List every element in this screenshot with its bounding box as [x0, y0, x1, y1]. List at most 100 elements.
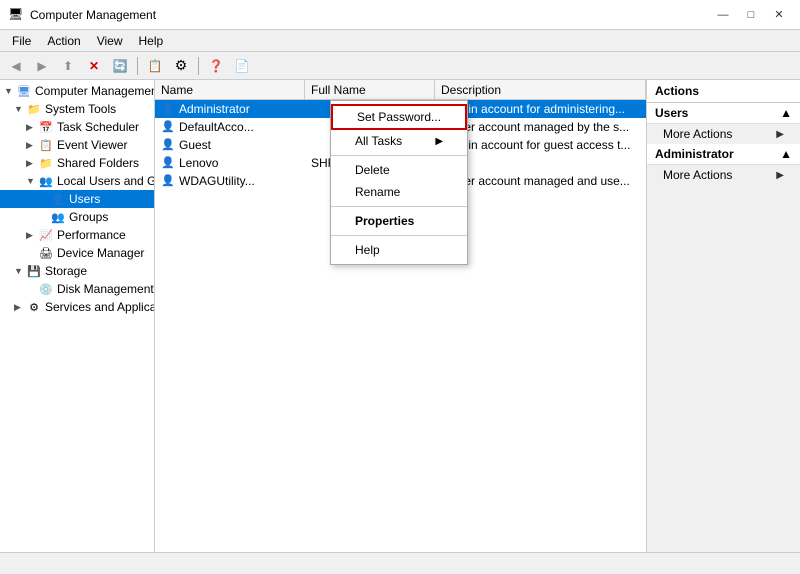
menu-file[interactable]: File — [4, 32, 39, 50]
col-header-fullname[interactable]: Full Name — [305, 80, 435, 99]
device-manager-icon: 🖨 — [38, 245, 54, 261]
col-header-name[interactable]: Name — [155, 80, 305, 99]
context-menu: Set Password... All Tasks ▶ Delete Renam… — [330, 100, 468, 265]
ctx-help[interactable]: Help — [331, 239, 467, 261]
tree-label-storage: Storage — [45, 264, 87, 278]
actions-section-users[interactable]: Users ▲ — [647, 103, 800, 124]
expand-icon: ▶ — [26, 122, 38, 133]
menu-help[interactable]: Help — [131, 32, 172, 50]
app-icon: 🖥 — [8, 7, 24, 23]
expand-icon: ▼ — [14, 266, 26, 276]
tree-item-performance[interactable]: ▶ 📈 Performance — [0, 226, 154, 244]
toolbar-refresh[interactable]: 🔄 — [108, 55, 132, 77]
tree-item-groups[interactable]: 👥 Groups — [0, 208, 154, 226]
local-users-icon: 👥 — [38, 173, 54, 189]
expand-icon: ▶ — [14, 302, 26, 313]
expand-icon: ▼ — [26, 176, 38, 186]
submenu-arrow-icon: ▶ — [435, 136, 443, 147]
cell-name-wdagutility: 👤 WDAGUtility... — [155, 174, 305, 188]
toolbar-back[interactable]: ◀ — [4, 55, 28, 77]
tree-item-services[interactable]: ▶ ⚙ Services and Applications — [0, 298, 154, 316]
computer-icon: 🖥 — [16, 83, 32, 99]
tree-item-users[interactable]: 👤 Users — [0, 190, 154, 208]
tree-label-users: Users — [69, 192, 100, 206]
menu-action[interactable]: Action — [39, 32, 88, 50]
toolbar-stop[interactable]: ✕ — [82, 55, 106, 77]
tree-label-system-tools: System Tools — [45, 102, 116, 116]
tree-label-local-users: Local Users and Groups — [57, 174, 155, 188]
actions-header: Actions — [647, 80, 800, 103]
expand-icon: ▶ — [26, 140, 38, 151]
event-viewer-icon: 📋 — [38, 137, 54, 153]
toolbar-forward[interactable]: ▶ — [30, 55, 54, 77]
tree-label-groups: Groups — [69, 210, 108, 224]
tree-item-shared-folders[interactable]: ▶ 📁 Shared Folders — [0, 154, 154, 172]
actions-section-administrator[interactable]: Administrator ▲ — [647, 144, 800, 165]
ctx-separator-3 — [331, 235, 467, 236]
toolbar-sep1 — [137, 57, 138, 75]
task-scheduler-icon: 📅 — [38, 119, 54, 135]
user-icon: 👤 — [161, 102, 175, 116]
toolbar-props[interactable]: ⚙ — [169, 55, 193, 77]
title-bar: 🖥 Computer Management — □ ✕ — [0, 0, 800, 30]
expand-icon: ▼ — [4, 86, 16, 96]
column-headers: Name Full Name Description — [155, 80, 646, 100]
tree-label-performance: Performance — [57, 228, 126, 242]
ctx-set-password[interactable]: Set Password... — [331, 104, 467, 130]
tree-item-storage[interactable]: ▼ 💾 Storage — [0, 262, 154, 280]
tree-label-services: Services and Applications — [45, 300, 155, 314]
col-header-description[interactable]: Description — [435, 80, 646, 99]
services-icon: ⚙ — [26, 299, 42, 315]
right-pane-actions: Actions Users ▲ More Actions ▶ Administr… — [646, 80, 800, 552]
cell-name-defaultaccount: 👤 DefaultAcco... — [155, 120, 305, 134]
menu-view[interactable]: View — [89, 32, 131, 50]
toolbar-export[interactable]: 📋 — [143, 55, 167, 77]
maximize-button[interactable]: □ — [738, 5, 764, 25]
toolbar-sep2 — [198, 57, 199, 75]
tree-item-system-tools[interactable]: ▼ 📁 System Tools — [0, 100, 154, 118]
tree-item-local-users[interactable]: ▼ 👥 Local Users and Groups — [0, 172, 154, 190]
cell-name-guest: 👤 Guest — [155, 138, 305, 152]
ctx-delete[interactable]: Delete — [331, 159, 467, 181]
tree-label-task-scheduler: Task Scheduler — [57, 120, 139, 134]
storage-icon: 💾 — [26, 263, 42, 279]
toolbar: ◀ ▶ ⬆ ✕ 🔄 📋 ⚙ ❓ 📄 — [0, 52, 800, 80]
groups-icon: 👥 — [50, 209, 66, 225]
tree-item-device-manager[interactable]: 🖨 Device Manager — [0, 244, 154, 262]
status-bar — [0, 552, 800, 574]
menu-bar: File Action View Help — [0, 30, 800, 52]
toolbar-up[interactable]: ⬆ — [56, 55, 80, 77]
user-icon: 👤 — [161, 138, 175, 152]
tree-item-comp-mgmt[interactable]: ▼ 🖥 Computer Management (Local — [0, 82, 154, 100]
minimize-button[interactable]: — — [710, 5, 736, 25]
tree-item-disk-management[interactable]: 💿 Disk Management — [0, 280, 154, 298]
ctx-separator-1 — [331, 155, 467, 156]
shared-folders-icon: 📁 — [38, 155, 54, 171]
center-pane: Name Full Name Description 👤 Administrat… — [155, 80, 646, 552]
user-icon: 👤 — [161, 174, 175, 188]
tree-label-event-viewer: Event Viewer — [57, 138, 127, 152]
folder-icon: 📁 — [26, 101, 42, 117]
toolbar-help[interactable]: ❓ — [204, 55, 228, 77]
ctx-all-tasks[interactable]: All Tasks ▶ — [331, 130, 467, 152]
title-bar-left: 🖥 Computer Management — [8, 7, 156, 23]
users-icon: 👤 — [50, 191, 66, 207]
ctx-rename[interactable]: Rename — [331, 181, 467, 203]
close-button[interactable]: ✕ — [766, 5, 792, 25]
collapse-icon: ▲ — [780, 106, 792, 120]
left-pane-tree: ▼ 🖥 Computer Management (Local ▼ 📁 Syste… — [0, 80, 155, 552]
actions-item-more-actions-admin[interactable]: More Actions ▶ — [647, 165, 800, 185]
expand-icon: ▼ — [14, 104, 26, 114]
actions-item-more-actions-users[interactable]: More Actions ▶ — [647, 124, 800, 144]
cell-name-administrator: 👤 Administrator — [155, 102, 305, 116]
tree-item-task-scheduler[interactable]: ▶ 📅 Task Scheduler — [0, 118, 154, 136]
tree-label-device-manager: Device Manager — [57, 246, 144, 260]
window-title: Computer Management — [30, 8, 156, 22]
ctx-properties[interactable]: Properties — [331, 210, 467, 232]
tree-item-event-viewer[interactable]: ▶ 📋 Event Viewer — [0, 136, 154, 154]
toolbar-doc[interactable]: 📄 — [230, 55, 254, 77]
performance-icon: 📈 — [38, 227, 54, 243]
expand-icon: ▶ — [26, 158, 38, 169]
ctx-separator-2 — [331, 206, 467, 207]
disk-management-icon: 💿 — [38, 281, 54, 297]
